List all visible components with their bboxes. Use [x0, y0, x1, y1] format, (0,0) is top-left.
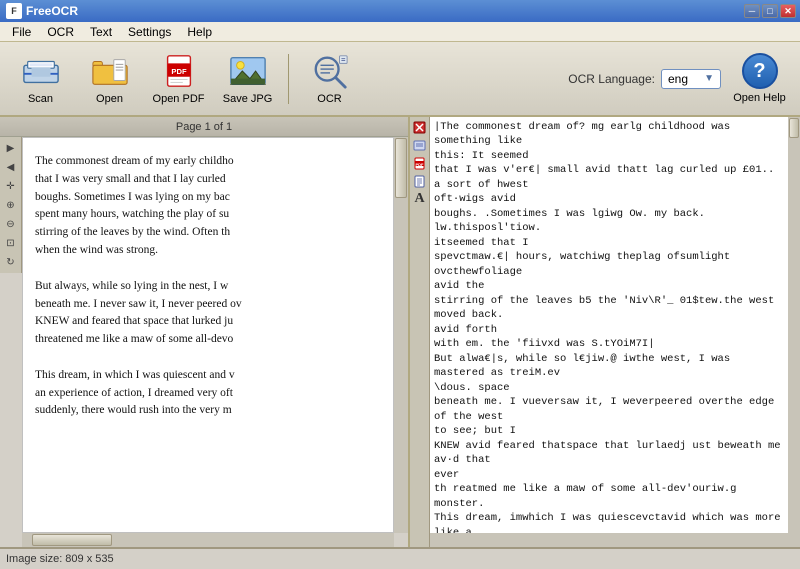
title-bar: F FreeOCR ─ □ ✕: [0, 0, 800, 22]
help-label: Open Help: [733, 92, 786, 104]
fit-tool[interactable]: ⊡: [2, 234, 20, 252]
pan-tool[interactable]: ▶: [2, 139, 20, 157]
app-title: FreeOCR: [26, 4, 78, 18]
open-pdf-icon: PDF: [160, 52, 198, 90]
font-icon: A: [414, 191, 424, 207]
right-tools: PDF A: [410, 117, 430, 547]
zoom-out-tool[interactable]: ⊖: [2, 215, 20, 233]
prev-page-tool[interactable]: ◀: [2, 158, 20, 176]
toolbar-separator: [288, 54, 289, 104]
ocr-icon: [311, 52, 349, 90]
ocr-language-section: OCR Language: eng ▼ ? Open Help: [568, 48, 792, 110]
page-header: Page 1 of 1: [0, 117, 408, 137]
open-button[interactable]: Open: [77, 48, 142, 110]
ocr-button[interactable]: OCR: [297, 48, 362, 110]
rotate-tool[interactable]: ↻: [2, 253, 20, 271]
document-panel: Page 1 of 1 ▶ ◀ ✛ ⊕ ⊖ ⊡ ↻ The commonest …: [0, 117, 410, 547]
svg-text:PDF: PDF: [416, 162, 425, 167]
scan-icon: [22, 52, 60, 90]
ocr-horizontal-scrollbar[interactable]: [430, 533, 800, 547]
rt-tool5[interactable]: A: [412, 191, 428, 207]
app-icon: F: [6, 3, 22, 19]
language-value: eng: [668, 72, 688, 86]
ocr-scroll-thumb[interactable]: [789, 118, 799, 138]
language-dropdown[interactable]: eng ▼: [661, 69, 721, 89]
menu-help[interactable]: Help: [179, 23, 220, 41]
ocr-vertical-scrollbar[interactable]: [788, 117, 800, 533]
ocr-text: |The commonest dream of? mg earlg childh…: [434, 120, 784, 533]
document-content: The commonest dream of my early childho …: [22, 137, 394, 533]
menu-text[interactable]: Text: [82, 23, 120, 41]
open-pdf-button[interactable]: PDF Open PDF: [146, 48, 211, 110]
doc-vertical-scrollbar[interactable]: [394, 137, 408, 533]
menu-file[interactable]: File: [4, 23, 39, 41]
doc-scroll-thumb[interactable]: [395, 138, 407, 198]
status-text: Image size: 809 x 535: [6, 553, 114, 565]
scan-label: Scan: [28, 93, 53, 105]
dropdown-arrow-icon: ▼: [704, 73, 714, 84]
title-bar-left: F FreeOCR: [6, 3, 78, 19]
menu-ocr[interactable]: OCR: [39, 23, 82, 41]
rt-tool2[interactable]: [412, 137, 428, 153]
ocr-label: OCR: [317, 93, 341, 105]
svg-text:PDF: PDF: [171, 67, 187, 76]
side-tools: ▶ ◀ ✛ ⊕ ⊖ ⊡ ↻: [0, 137, 22, 273]
status-bar: Image size: 809 x 535: [0, 547, 800, 569]
minimize-button[interactable]: ─: [744, 4, 760, 18]
move-tool[interactable]: ✛: [2, 177, 20, 195]
open-pdf-label: Open PDF: [153, 93, 205, 105]
zoom-in-tool[interactable]: ⊕: [2, 196, 20, 214]
scan-button[interactable]: Scan: [8, 48, 73, 110]
ocr-language-label: OCR Language:: [568, 72, 655, 86]
toolbar: Scan Open PDF Open PDF: [0, 42, 800, 117]
menu-bar: File OCR Text Settings Help: [0, 22, 800, 42]
doc-horizontal-scrollbar[interactable]: [22, 533, 394, 547]
open-icon: [91, 52, 129, 90]
rt-tool4[interactable]: [412, 173, 428, 189]
open-label: Open: [96, 93, 123, 105]
main-content: Page 1 of 1 ▶ ◀ ✛ ⊕ ⊖ ⊡ ↻ The commonest …: [0, 117, 800, 547]
title-bar-controls[interactable]: ─ □ ✕: [744, 4, 796, 18]
close-button[interactable]: ✕: [780, 4, 796, 18]
doc-h-scroll-thumb[interactable]: [32, 534, 112, 546]
help-icon: ?: [742, 53, 778, 89]
save-jpg-icon: [229, 52, 267, 90]
rt-tool3[interactable]: PDF: [412, 155, 428, 171]
save-jpg-label: Save JPG: [223, 93, 273, 105]
ocr-text-content[interactable]: |The commonest dream of? mg earlg childh…: [430, 117, 788, 533]
menu-settings[interactable]: Settings: [120, 23, 179, 41]
ocr-panel: PDF A |The commonest d: [410, 117, 800, 547]
save-jpg-button[interactable]: Save JPG: [215, 48, 280, 110]
open-help-button[interactable]: ? Open Help: [727, 48, 792, 110]
maximize-button[interactable]: □: [762, 4, 778, 18]
rt-close-btn[interactable]: [412, 119, 428, 135]
document-text: The commonest dream of my early childho …: [35, 153, 381, 420]
